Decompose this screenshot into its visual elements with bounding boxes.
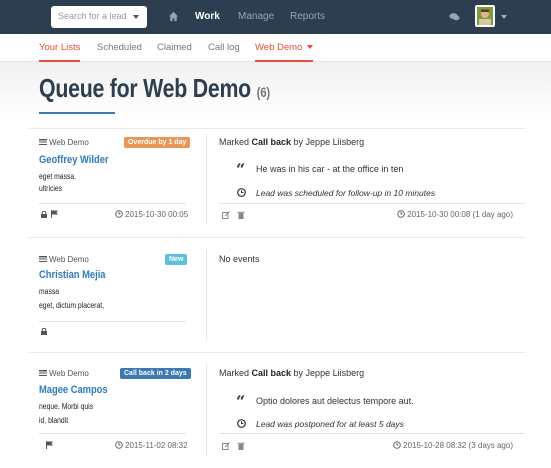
lead-detail-line: eget massa. xyxy=(39,172,77,181)
lead-name-link[interactable]: Christian Mejia xyxy=(39,269,106,281)
user-avatar[interactable] xyxy=(475,5,495,27)
call-note: He was in his car - at the office in ten xyxy=(256,164,404,174)
nav-reports[interactable]: Reports xyxy=(290,11,325,22)
event-action: Call back xyxy=(251,137,292,147)
title-underline xyxy=(39,112,115,114)
row-divider xyxy=(29,237,525,238)
top-navbar: Work Manage Reports xyxy=(0,0,551,34)
event-footer-rule xyxy=(219,203,525,204)
status-badge: Overdue by 1 day xyxy=(124,137,191,148)
event-time: 2015-10-30 00:08 (1 day ago) xyxy=(397,210,513,219)
column-separator xyxy=(206,134,207,224)
event-footer-rule xyxy=(219,433,525,434)
list-icon xyxy=(39,139,47,145)
schedule-note: Lead was scheduled for follow-up in 10 m… xyxy=(256,188,436,198)
flag-icon[interactable] xyxy=(51,210,59,218)
event-prefix: Marked xyxy=(219,137,252,147)
tab-scheduled[interactable]: Scheduled xyxy=(97,42,142,60)
lead-name-link[interactable]: Magee Campos xyxy=(39,384,108,396)
lock-icon[interactable] xyxy=(41,211,47,218)
row-divider xyxy=(29,128,525,129)
event-time-value: 2015-10-28 08:32 (3 days ago) xyxy=(403,441,513,450)
clock-icon xyxy=(115,210,123,218)
lead-detail-line: eget, dictum placerat, xyxy=(39,301,105,310)
scheduled-time: 2015-10-30 00:05 xyxy=(115,210,188,219)
list-label: Web Demo xyxy=(39,369,89,378)
event-suffix: by Jeppe Liisberg xyxy=(291,368,365,378)
tab-dropdown-caret-icon xyxy=(307,45,314,50)
event-suffix: by Jeppe Liisberg xyxy=(291,137,365,147)
list-name: Web Demo xyxy=(49,138,89,147)
list-label: Web Demo xyxy=(39,255,89,264)
sub-navigation: Your Lists Scheduled Claimed Call log We… xyxy=(0,34,551,62)
tab-call-log[interactable]: Call log xyxy=(208,42,240,60)
tab-your-lists[interactable]: Your Lists xyxy=(39,42,81,62)
search-dropdown-caret-icon[interactable] xyxy=(133,15,139,19)
card-footer-rule xyxy=(39,321,186,322)
no-events-text: No events xyxy=(219,254,260,264)
edit-icon[interactable] xyxy=(222,211,230,219)
clock-icon xyxy=(237,188,246,197)
chat-icon[interactable] xyxy=(449,12,460,22)
event-time: 2015-10-28 08:32 (3 days ago) xyxy=(393,441,513,450)
list-icon xyxy=(39,370,47,376)
tab-web-demo[interactable]: Web Demo xyxy=(255,42,314,62)
page-title-text: Queue for Web Demo xyxy=(39,73,251,103)
scheduled-time: 2015-11-02 08:32 xyxy=(115,441,188,450)
event-prefix: Marked xyxy=(219,368,252,378)
status-badge: New xyxy=(165,254,188,265)
clock-icon xyxy=(397,210,405,218)
lock-icon[interactable] xyxy=(41,328,47,335)
schedule-note: Lead was postponed for at least 5 days xyxy=(256,419,404,429)
column-separator xyxy=(206,250,207,340)
quote-icon: “ xyxy=(236,392,246,411)
search-box[interactable] xyxy=(51,6,147,28)
trash-icon[interactable] xyxy=(237,211,245,219)
user-menu-caret-icon[interactable] xyxy=(501,15,507,19)
row-divider xyxy=(29,352,525,353)
quote-icon: “ xyxy=(236,160,246,179)
card-footer-rule xyxy=(39,433,186,434)
event-title: Marked Call back by Jeppe Liisberg xyxy=(219,137,364,147)
list-name: Web Demo xyxy=(49,369,89,378)
search-input[interactable] xyxy=(58,11,130,21)
call-note: Optio dolores aut delectus tempore aut. xyxy=(256,396,414,406)
list-label: Web Demo xyxy=(39,138,89,147)
nav-manage[interactable]: Manage xyxy=(238,11,274,22)
list-name: Web Demo xyxy=(49,255,89,264)
event-action: Call back xyxy=(251,368,292,378)
scheduled-time-value: 2015-10-30 00:05 xyxy=(125,210,189,219)
lead-detail-line: massa xyxy=(39,287,60,296)
lead-detail-line: ultricies xyxy=(39,184,63,193)
edit-icon[interactable] xyxy=(222,442,230,450)
home-icon[interactable] xyxy=(168,11,179,22)
lead-detail-line: neque. Morbi quis xyxy=(39,402,94,411)
clock-icon xyxy=(115,441,123,449)
queue-count: (6) xyxy=(256,84,271,100)
trash-icon[interactable] xyxy=(237,442,245,450)
lead-detail-line: id, blandit xyxy=(39,416,69,425)
nav-work[interactable]: Work xyxy=(195,11,220,22)
scheduled-time-value: 2015-11-02 08:32 xyxy=(125,441,188,450)
list-icon xyxy=(39,256,47,262)
event-title: Marked Call back by Jeppe Liisberg xyxy=(219,368,364,378)
tab-web-demo-label: Web Demo xyxy=(255,42,303,53)
page-title: Queue for Web Demo (6) xyxy=(39,73,270,104)
lead-name-link[interactable]: Geoffrey Wilder xyxy=(39,154,109,166)
flag-icon[interactable] xyxy=(46,441,54,449)
event-time-value: 2015-10-30 00:08 (1 day ago) xyxy=(407,210,513,219)
column-separator xyxy=(206,364,207,456)
status-badge: Call back in 2 days xyxy=(120,368,191,379)
clock-icon xyxy=(237,419,246,428)
tab-claimed[interactable]: Claimed xyxy=(157,42,192,60)
card-footer-rule xyxy=(39,203,186,204)
clock-icon xyxy=(393,441,401,449)
